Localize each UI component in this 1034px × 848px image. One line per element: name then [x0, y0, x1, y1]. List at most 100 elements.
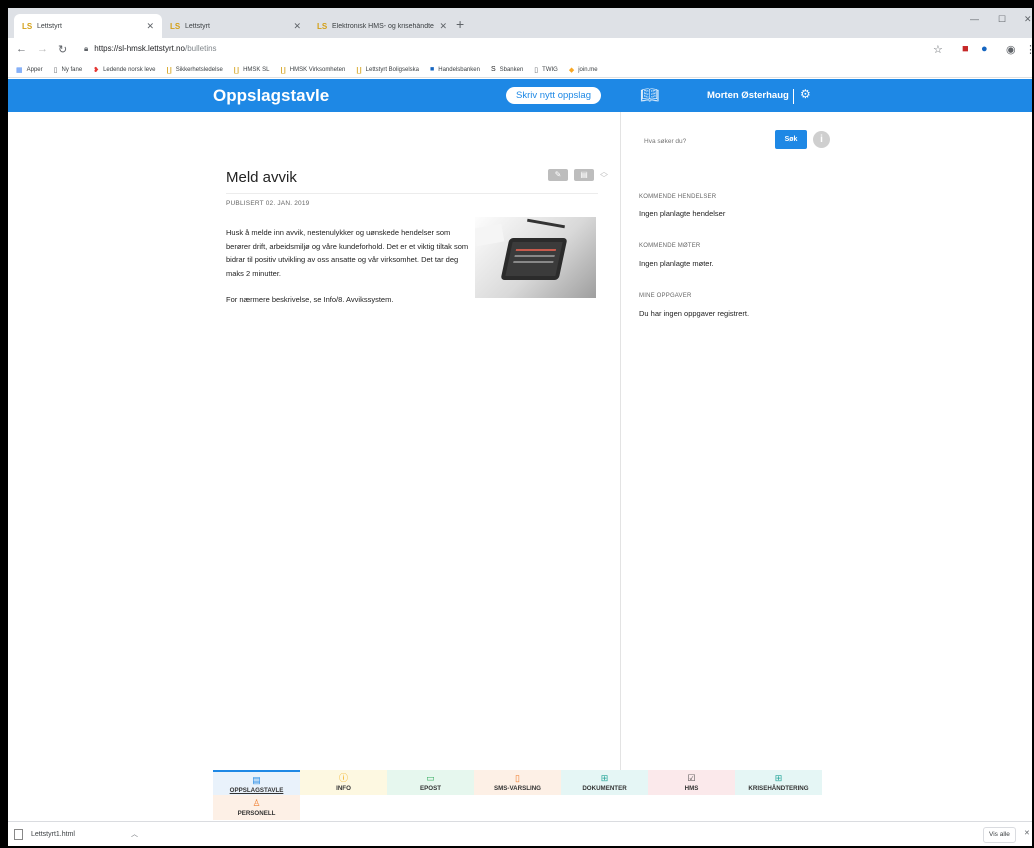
page-title: Oppslagstavle	[213, 86, 330, 105]
profile-icon[interactable]: ◉	[1006, 43, 1016, 56]
url-path: /bulletins	[184, 44, 217, 53]
close-icon[interactable]: ✕	[439, 21, 447, 32]
shield-extension-icon[interactable]: ●	[981, 43, 988, 55]
write-new-post-button[interactable]: Skriv nytt oppslag	[506, 87, 601, 104]
nav-krisehandtering[interactable]: ⊞ KRISEHÅNDTERING	[735, 770, 822, 795]
phone-icon: ▯	[515, 773, 520, 783]
bookmarks-bar: ▦ Apper ▯ Ny fane ❥ Ledende norsk leve ∐ Sik…	[8, 62, 1032, 78]
apps-grid-icon: ▦	[16, 66, 23, 74]
nav-sms-varsling[interactable]: ▯ SMS-VARSLING	[474, 770, 561, 795]
bookmark-joinme[interactable]: ◆ join.me	[569, 66, 598, 74]
image-pen	[527, 218, 565, 229]
post-paragraph: For nærmere beskrivelse, se Info/8. Avvi…	[226, 295, 394, 305]
joinme-icon: ◆	[568, 66, 575, 74]
documents-icon: ⊞	[600, 773, 609, 783]
app-header: Oppslagstavle Skriv nytt oppslag 📖︎ Mort…	[8, 79, 1032, 112]
image-tablet	[500, 238, 568, 280]
back-arrow-icon[interactable]: ←	[16, 43, 27, 55]
chevron-up-icon[interactable]: ︿	[131, 829, 138, 839]
browser-tab-2[interactable]: LS Lettstyrt ✕	[162, 14, 309, 38]
checklist-icon: ☑	[687, 773, 696, 783]
book-icon[interactable]: 📖︎	[640, 86, 659, 104]
forward-arrow-icon[interactable]: →	[37, 43, 48, 55]
extension-icon[interactable]: ■	[962, 43, 969, 55]
tab-title: Elektronisk HMS- og krisehåndte	[332, 22, 434, 30]
tab-title: Lettstyrt	[185, 22, 210, 30]
gear-icon[interactable]: ⚙	[800, 87, 811, 101]
person-icon: ♙	[252, 798, 261, 808]
user-name[interactable]: Morten Østerhaug	[707, 90, 789, 101]
bookmark-star-icon[interactable]: ☆	[933, 43, 943, 56]
browser-tab-1[interactable]: LS Lettstyrt ✕	[14, 14, 162, 38]
download-item[interactable]: Lettstyrt1.html	[14, 829, 75, 840]
page-icon: ▯	[534, 66, 539, 74]
image-tablet-screen	[505, 242, 563, 276]
nav-oppslagstavle[interactable]: ▤ OPPSLAGSTAVLE	[213, 770, 300, 795]
url-field[interactable]: 🔒︎ https://sl-hmsk.lettstyrt.no/bulletins	[84, 44, 217, 54]
address-bar: ← → ↻ 🔒︎ https://sl-hmsk.lettstyrt.no/bul…	[8, 38, 1032, 62]
nav-info[interactable]: ⓘ INFO	[300, 770, 387, 795]
close-icon[interactable]: ✕	[293, 21, 301, 32]
bookmark-lettstyrt-boligselskap[interactable]: ∐ Lettstyrt Boligselska	[356, 66, 419, 74]
upcoming-meetings-text: Ingen planlagte møter.	[639, 259, 714, 268]
browser-tab-3[interactable]: LS Elektronisk HMS- og krisehåndte ✕	[309, 14, 455, 38]
search-input[interactable]	[644, 134, 772, 148]
menu-kebab-icon[interactable]: ⋮	[1025, 43, 1032, 56]
bookmark-hmsk-virksomheten[interactable]: ∐ HMSK Virksomheten	[280, 66, 345, 74]
header-divider	[793, 89, 794, 104]
bookmark-handelsbanken[interactable]: ■ Handelsbanken	[430, 66, 480, 73]
url-host: https://sl-hmsk.lettstyrt.no	[94, 44, 185, 53]
browser-window: LS Lettstyrt ✕ LS Lettstyrt ✕ LS Elektro…	[8, 8, 1032, 846]
lettstyrt-icon: ∐	[233, 66, 240, 74]
bookmark-twig[interactable]: ▯ TWIG	[534, 66, 558, 74]
show-all-button[interactable]: Vis alle	[983, 827, 1016, 843]
download-bar: Lettstyrt1.html ︿ Vis alle ✕	[8, 821, 1032, 846]
tab-title: Lettstyrt	[37, 22, 62, 30]
close-icon[interactable]: ✕	[146, 21, 154, 32]
upcoming-events-text: Ingen planlagte hendelser	[639, 209, 726, 218]
upcoming-events-heading: KOMMENDE HENDELSER	[639, 194, 717, 200]
nav-dokumenter[interactable]: ⊞ DOKUMENTER	[561, 770, 648, 795]
sort-updown-icon[interactable]: ︿ ﹀	[600, 168, 608, 183]
search-button[interactable]: Søk	[775, 130, 807, 149]
lettstyrt-icon: ∐	[356, 66, 362, 74]
bookmark-sikkerhetsledelse[interactable]: ∐ Sikkerhetsledelse	[166, 66, 222, 74]
info-icon: ⓘ	[338, 773, 348, 783]
lettstyrt-icon: ∐	[166, 66, 172, 74]
post-actions: ✎ ▤ ︿ ﹀	[548, 168, 608, 183]
window-close-icon[interactable]: ✕	[1024, 14, 1032, 25]
post-paragraph: Husk å melde inn avvik, nestenulykker og…	[226, 228, 469, 278]
lettstyrt-favicon-icon: LS	[22, 21, 33, 31]
minimize-icon[interactable]: —	[970, 14, 979, 24]
post-title: Meld avvik	[226, 169, 297, 186]
close-icon[interactable]: ✕	[1024, 829, 1030, 837]
post-image-tablet	[475, 217, 596, 298]
my-tasks-text: Du har ingen oppgaver registrert.	[639, 309, 750, 318]
file-icon	[14, 829, 23, 840]
lock-icon: 🔒︎	[84, 44, 89, 53]
lettstyrt-favicon-icon: LS	[170, 21, 181, 31]
image-paper	[475, 223, 505, 247]
post-body: Husk å melde inn avvik, nestenulykker og…	[226, 226, 469, 320]
maximize-icon[interactable]: ☐	[998, 14, 1006, 25]
my-tasks-heading: MINE OPPGAVER	[639, 293, 692, 299]
bookmark-sbanken[interactable]: S Sbanken	[491, 66, 523, 73]
bookmark-hmsk-sl[interactable]: ∐ HMSK SL	[234, 66, 270, 74]
edit-icon[interactable]: ✎	[548, 169, 568, 181]
reload-icon[interactable]: ↻	[58, 43, 67, 56]
new-tab-button[interactable]: +	[456, 17, 464, 31]
document-icon[interactable]: ▤	[574, 169, 594, 181]
image-row	[513, 261, 554, 263]
bookmark-apper[interactable]: ▦ Apper	[16, 66, 43, 74]
nav-hms[interactable]: ☑ HMS	[648, 770, 735, 795]
page-icon: ▯	[53, 66, 58, 74]
download-file-name: Lettstyrt1.html	[31, 831, 75, 838]
info-icon[interactable]: i	[813, 131, 830, 148]
nav-epost[interactable]: ▭ EPOST	[387, 770, 474, 795]
chat-icon: ▭	[426, 773, 435, 783]
bottom-navigation: ▤ OPPSLAGSTAVLE ⓘ INFO ▭ EPOST ▯ SMS-VAR…	[213, 770, 825, 821]
bookmark-ledende[interactable]: ❥ Ledende norsk leve	[93, 66, 155, 74]
bookmark-ny-fane[interactable]: ▯ Ny fane	[54, 66, 83, 74]
lettstyrt-icon: ∐	[280, 66, 286, 74]
nav-personell[interactable]: ♙ PERSONELL	[213, 795, 300, 820]
